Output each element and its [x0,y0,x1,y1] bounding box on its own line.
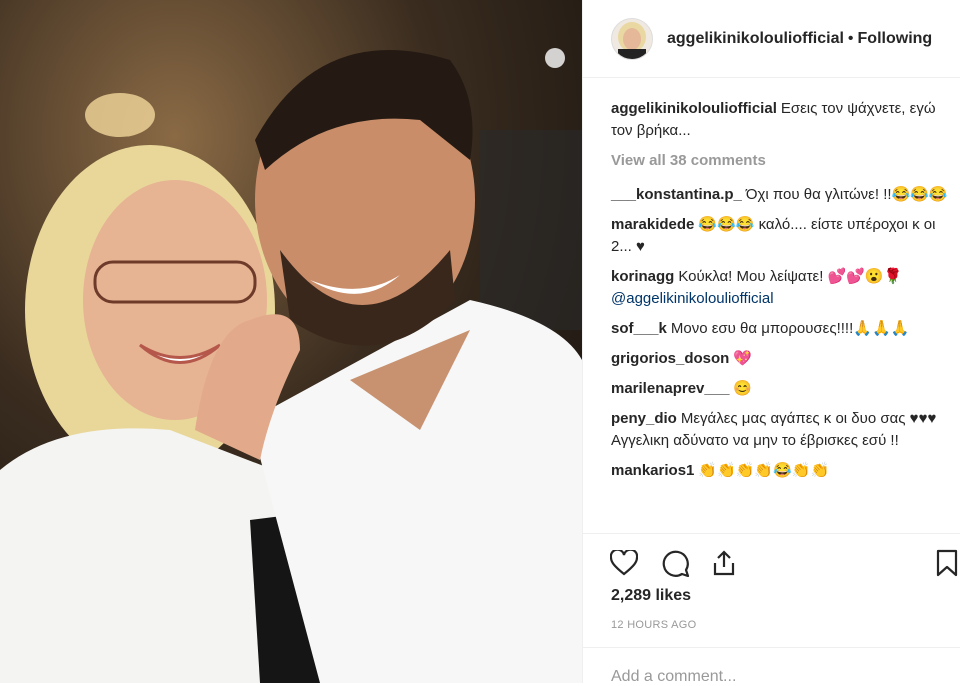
comment-username[interactable]: ___konstantina.p_ [611,186,742,203]
avatar[interactable] [611,17,653,60]
comment-text: 👏👏👏👏😂👏👏 [698,462,830,479]
bookmark-icon[interactable] [935,546,960,580]
comment-text: 💖 [733,350,753,367]
comment-icon[interactable] [659,546,693,580]
comment-item: mankarios1 👏👏👏👏😂👏👏 [611,460,951,482]
comment-text: 😊 [733,380,753,397]
header-separator: • [847,29,854,47]
action-bar [583,533,960,594]
comment-mention-link[interactable]: @aggelikinikolouliofficial [611,290,774,307]
comment-text: Μονο εσυ θα μπορουσες!!!!🙏🙏🙏 [670,320,910,337]
comments-list: aggelikinikolouliofficial Εσεις τον ψάχνε… [611,98,951,490]
post-photo[interactable] [0,0,582,683]
comment-username[interactable]: mankarios1 [611,462,694,479]
comment-username[interactable]: grigorios_doson [611,350,729,367]
post-side-panel: aggelikinikolouliofficial • Following agge… [582,0,960,686]
comment-username[interactable]: marilenaprev___ [611,380,729,397]
view-all-comments-link[interactable]: View all 38 comments [611,150,951,172]
comment-username[interactable]: peny_dio [611,410,677,427]
post-timestamp: 12 HOURS AGO [611,619,697,631]
comment-username[interactable]: korinagg [611,268,674,285]
comment-item: marilenaprev___ 😊 [611,378,951,400]
comment-item: marakidede 😂😂😂 καλό.... είστε υπέροχοι κ … [611,214,951,258]
comment-username[interactable]: sof___k [611,320,667,337]
follow-status[interactable]: Following [858,30,933,47]
comment-item: korinagg Κούκλα! Μου λείψατε! 💕💕😮🌹 @aggel… [611,266,951,310]
comment-item: peny_dio Μεγάλες μας αγάπες κ οι δυο σας … [611,408,951,452]
add-comment-bar: Add a comment... [583,647,960,686]
header-username[interactable]: aggelikinikolouliofficial [667,30,844,47]
comment-text: Κούκλα! Μου λείψατε! 💕💕😮🌹 [678,268,903,285]
heart-icon[interactable] [607,546,641,580]
add-comment-input[interactable]: Add a comment... [611,668,736,686]
caption-username[interactable]: aggelikinikolouliofficial [611,100,777,117]
likes-count[interactable]: 2,289 likes [611,587,691,605]
share-icon[interactable] [707,546,741,580]
comment-item: grigorios_doson 💖 [611,348,951,370]
comment-item: sof___k Μονο εσυ θα μπορουσες!!!!🙏🙏🙏 [611,318,951,340]
post-header: aggelikinikolouliofficial • Following [583,0,960,78]
comment-username[interactable]: marakidede [611,216,694,233]
caption: aggelikinikolouliofficial Εσεις τον ψάχνε… [611,98,951,142]
comment-text: Όχι που θα γλιτώνε! !!😂😂😂 [745,186,948,203]
comment-item: ___konstantina.p_ Όχι που θα γλιτώνε! !!😂… [611,184,951,206]
